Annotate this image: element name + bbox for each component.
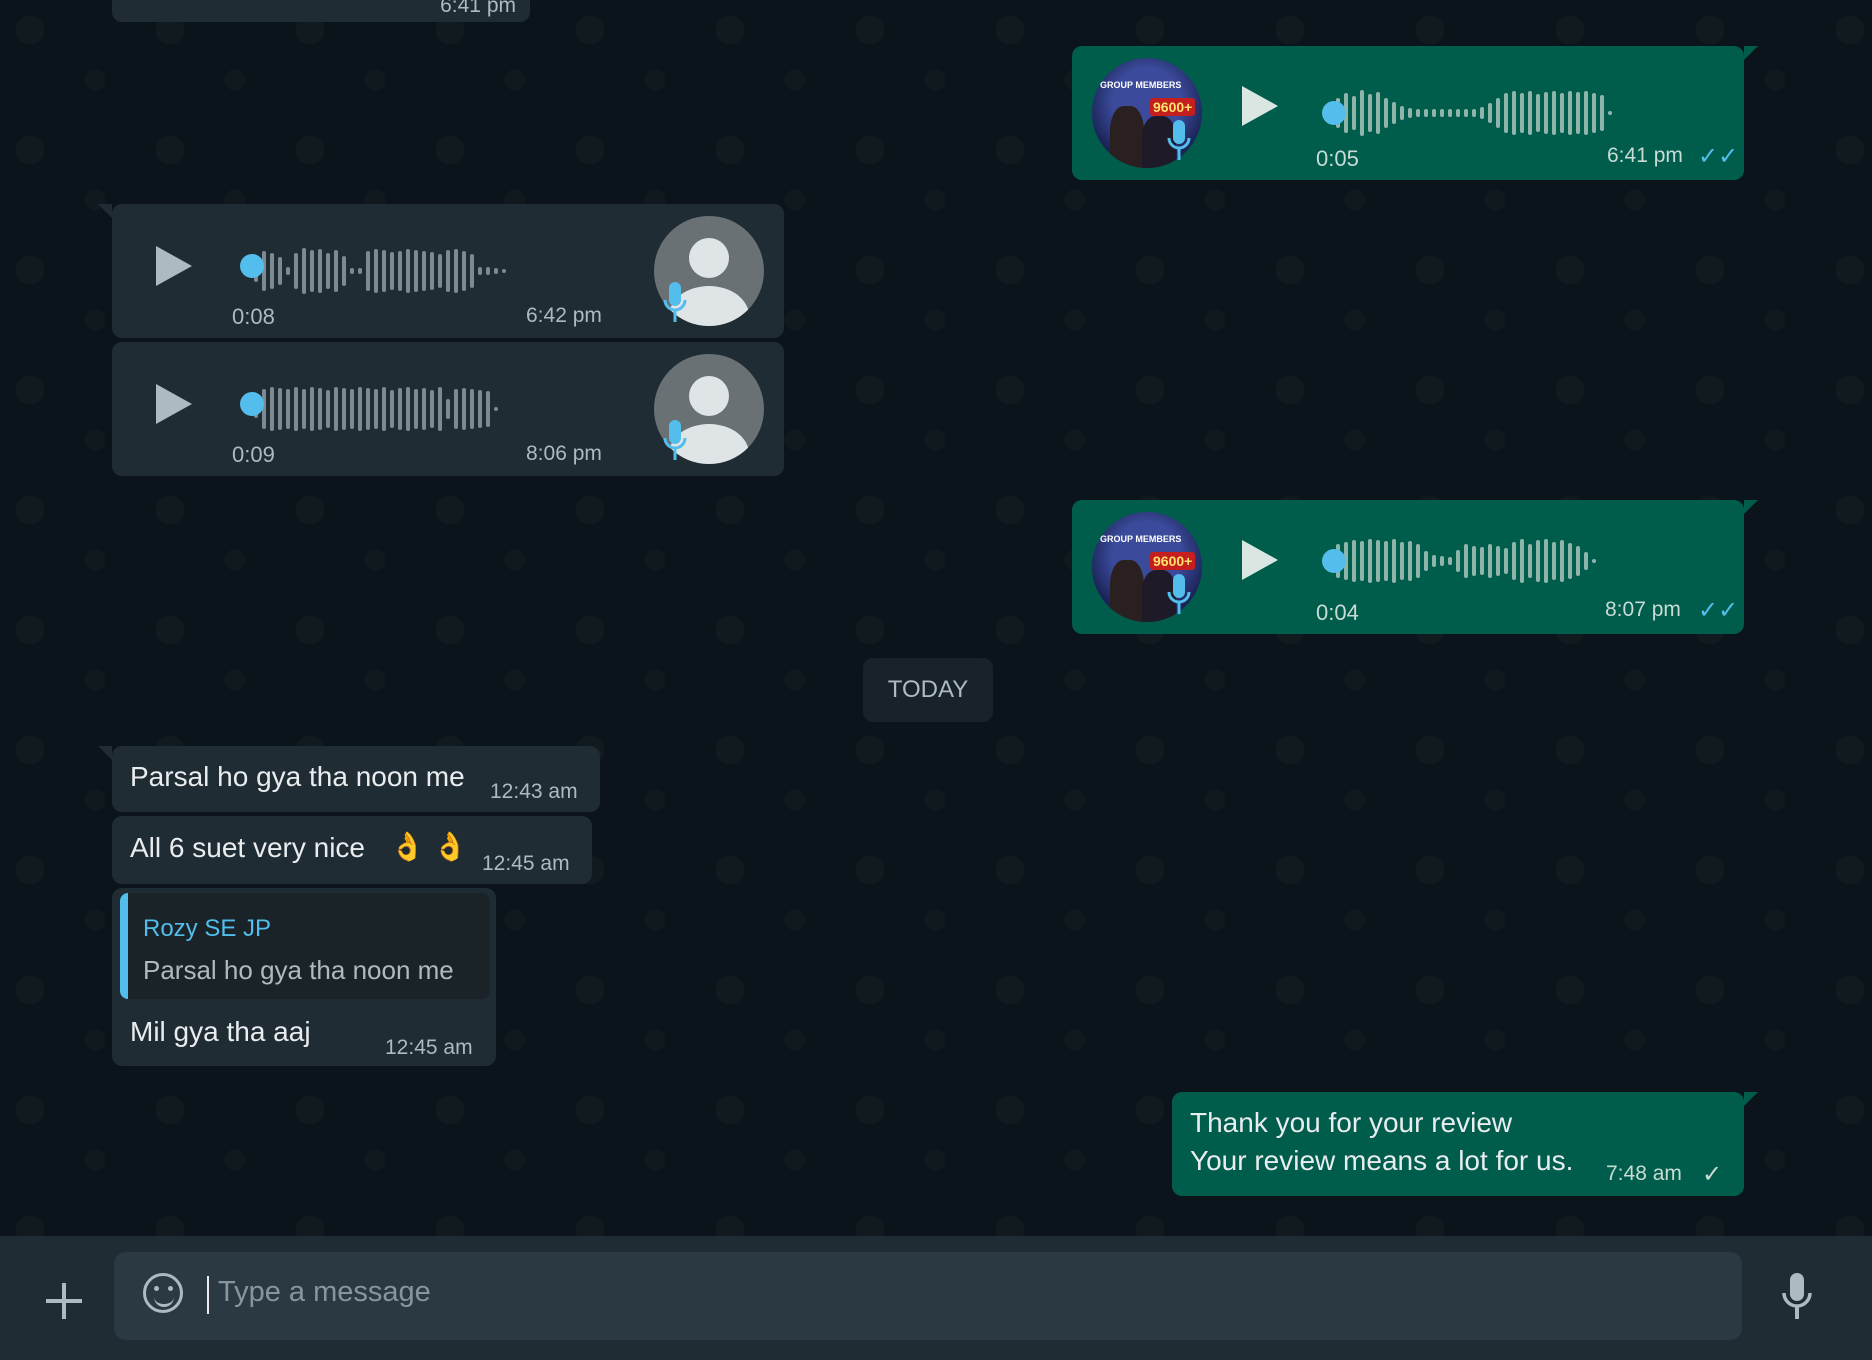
message-time: 8:06 pm xyxy=(526,442,602,465)
message-time: 8:07 pm xyxy=(1605,598,1681,621)
single-check-icon: ✓ xyxy=(1702,1161,1723,1188)
waveform[interactable] xyxy=(1328,536,1596,586)
waveform-progress-dot[interactable] xyxy=(240,254,264,278)
message-time: 12:43 am xyxy=(490,780,578,803)
waveform[interactable] xyxy=(254,384,498,434)
outgoing-voice-message[interactable]: GROUP MEMBERS 9600+ 0:04 8:07 pm ✓✓ xyxy=(1072,500,1758,634)
microphone-icon[interactable] xyxy=(1780,1271,1814,1321)
avatar-label: GROUP MEMBERS xyxy=(1100,80,1182,90)
plus-icon[interactable] xyxy=(44,1281,84,1321)
voice-duration: 0:04 xyxy=(1316,600,1359,625)
message-text: Mil gya tha aaj xyxy=(130,1016,311,1047)
play-icon[interactable] xyxy=(156,246,192,286)
avatar-badge: 9600+ xyxy=(1150,98,1196,116)
avatar-label: GROUP MEMBERS xyxy=(1100,534,1182,544)
voice-duration: 0:08 xyxy=(232,304,275,329)
waveform-progress-dot[interactable] xyxy=(240,392,264,416)
double-check-icon: ✓✓ xyxy=(1698,143,1739,170)
double-check-icon: ✓✓ xyxy=(1698,597,1739,624)
quoted-text: Parsal ho gya tha noon me xyxy=(143,955,454,985)
waveform-progress-dot[interactable] xyxy=(1322,549,1346,573)
quoted-sender-name: Rozy SE JP xyxy=(143,915,272,942)
play-icon[interactable] xyxy=(156,384,192,424)
message-time: 7:48 am xyxy=(1606,1162,1682,1185)
incoming-voice-message[interactable]: 0:08 6:42 pm xyxy=(98,204,784,338)
mic-badge-icon xyxy=(663,282,687,322)
incoming-text-message[interactable]: Parsal ho gya tha noon me 12:43 am xyxy=(98,746,600,812)
quote-accent-bar xyxy=(120,893,128,999)
voice-duration: 0:05 xyxy=(1316,146,1359,171)
message-input-placeholder: Type a message xyxy=(218,1276,431,1308)
message-time: 12:45 am xyxy=(482,852,570,875)
mic-badge-icon xyxy=(1167,574,1191,614)
outgoing-voice-message[interactable]: GROUP MEMBERS 9600+ 0:05 6:41 pm ✓✓ xyxy=(1072,46,1758,180)
mic-badge-icon xyxy=(663,420,687,460)
message-time: 12:45 am xyxy=(385,1036,473,1059)
date-divider: TODAY xyxy=(863,658,993,722)
waveform[interactable] xyxy=(254,246,506,296)
partial-message-bubble: 6:41 pm xyxy=(112,0,530,22)
message-text-line: Your review means a lot for us. xyxy=(1190,1145,1574,1176)
avatar-badge: 9600+ xyxy=(1150,552,1196,570)
message-text: Parsal ho gya tha noon me xyxy=(130,761,465,792)
quoted-message[interactable]: Rozy SE JP Parsal ho gya tha noon me xyxy=(120,893,490,999)
message-time: 6:42 pm xyxy=(526,304,602,327)
chat-wallpaper: 6:41 pm GROUP MEMBERS 9600+ 0:05 6:41 pm… xyxy=(0,0,1872,1236)
waveform-progress-dot[interactable] xyxy=(1322,101,1346,125)
play-icon[interactable] xyxy=(1242,86,1278,126)
message-time: 6:41 pm xyxy=(440,0,516,17)
incoming-voice-message[interactable]: 0:09 8:06 pm xyxy=(112,342,784,476)
ok-hand-emoji: 👌 👌 xyxy=(390,831,468,862)
message-time: 6:41 pm xyxy=(1607,144,1683,167)
waveform[interactable] xyxy=(1328,88,1612,138)
emoji-icon[interactable] xyxy=(143,1273,183,1313)
incoming-text-message[interactable]: All 6 suet very nice 👌 👌 12:45 am xyxy=(112,816,592,884)
outgoing-text-message[interactable]: Thank you for your review Your review me… xyxy=(1172,1092,1758,1196)
text-caret xyxy=(207,1276,209,1314)
message-text-line: Thank you for your review xyxy=(1190,1107,1513,1138)
message-text: All 6 suet very nice xyxy=(130,832,365,863)
voice-duration: 0:09 xyxy=(232,442,275,467)
mic-badge-icon xyxy=(1167,120,1191,160)
play-icon[interactable] xyxy=(1242,540,1278,580)
